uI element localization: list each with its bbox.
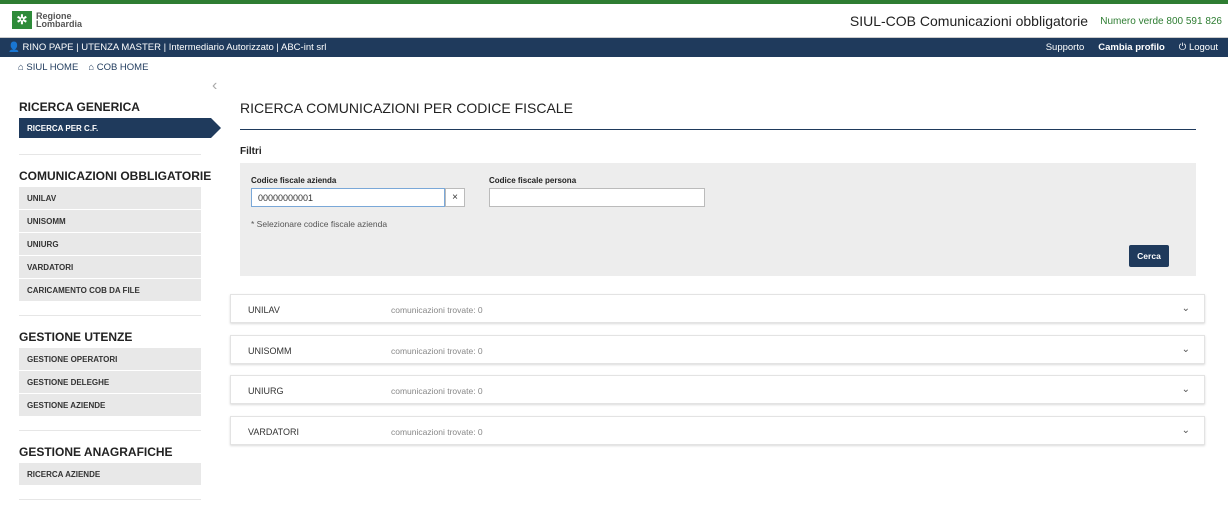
sidebar-item-uniurg[interactable]: UNIURG xyxy=(19,233,201,255)
cf-persona-label: Codice fiscale persona xyxy=(489,176,577,185)
regione-logo[interactable]: ✲ Regione Lombardia xyxy=(12,11,82,29)
numero-verde: Numero verde 800 591 826 xyxy=(1100,16,1222,27)
result-count: comunicazioni trovate: 0 xyxy=(391,427,483,437)
result-name: UNILAV xyxy=(248,305,280,315)
hint-text: * Selezionare codice fiscale azienda xyxy=(251,219,388,229)
sidebar-item-gestione-operatori[interactable]: GESTIONE OPERATORI xyxy=(19,348,201,370)
cob-home-label: COB HOME xyxy=(96,62,149,73)
page-title: RICERCA COMUNICAZIONI PER CODICE FISCALE xyxy=(240,100,573,116)
sidebar-section-gestione-utenze: GESTIONE UTENZE xyxy=(19,330,133,344)
logo-line-2: Lombardia xyxy=(36,19,83,29)
clear-icon[interactable]: × xyxy=(445,188,465,207)
sidebar-item-ricerca-per-cf[interactable]: RICERCA PER C.F. xyxy=(19,118,221,138)
result-count: comunicazioni trovate: 0 xyxy=(391,346,483,356)
sidebar: RICERCA GENERICA RICERCA PER C.F. COMUNI… xyxy=(0,90,221,500)
support-link[interactable]: Supporto xyxy=(1046,42,1085,53)
result-accordion-vardatori[interactable]: VARDATORI comunicazioni trovate: 0 ⌄ xyxy=(230,416,1205,445)
user-info: RINO PAPE | UTENZA MASTER | Intermediari… xyxy=(22,42,327,53)
sidebar-item-unisomm[interactable]: UNISOMM xyxy=(19,210,201,232)
change-profile-link[interactable]: Cambia profilo xyxy=(1098,42,1165,53)
sidebar-item-unilav[interactable]: UNILAV xyxy=(19,187,201,209)
cf-azienda-label: Codice fiscale azienda xyxy=(251,176,337,185)
sidebar-item-gestione-aziende[interactable]: GESTIONE AZIENDE xyxy=(19,394,201,416)
lombardia-rose-icon: ✲ xyxy=(12,11,32,29)
divider xyxy=(19,430,201,431)
title-divider xyxy=(240,129,1196,130)
result-name: UNISOMM xyxy=(248,346,292,356)
home-icon: ⌂ xyxy=(88,62,97,73)
logout-button[interactable]: ⏻ Logout xyxy=(1179,42,1218,53)
cf-azienda-input[interactable]: 00000000001 xyxy=(251,188,445,207)
filter-panel: Codice fiscale azienda 00000000001 × Cod… xyxy=(240,163,1196,276)
power-icon: ⏻ xyxy=(1178,42,1189,53)
cob-home-link[interactable]: ⌂ COB HOME xyxy=(88,62,148,73)
result-count: comunicazioni trovate: 0 xyxy=(391,305,483,315)
siul-home-link[interactable]: ⌂ SIUL HOME xyxy=(18,62,78,73)
result-name: UNIURG xyxy=(248,386,284,396)
collapse-sidebar-icon[interactable]: ‹ xyxy=(212,77,217,95)
chevron-down-icon[interactable]: ⌄ xyxy=(1182,425,1190,436)
chevron-down-icon[interactable]: ⌄ xyxy=(1182,303,1190,314)
cerca-button[interactable]: Cerca xyxy=(1129,245,1169,267)
sidebar-section-comunicazioni: COMUNICAZIONI OBBLIGATORIE xyxy=(19,169,212,183)
breadcrumb: ⌂ SIUL HOME ⌂ COB HOME xyxy=(18,62,148,73)
sidebar-item-gestione-deleghe[interactable]: GESTIONE DELEGHE xyxy=(19,371,201,393)
divider xyxy=(19,315,201,316)
result-name: VARDATORI xyxy=(248,427,300,437)
top-header: ✲ Regione Lombardia SIUL-COB Comunicazio… xyxy=(0,0,1228,38)
chevron-down-icon[interactable]: ⌄ xyxy=(1182,344,1190,355)
user-bar: 👤 RINO PAPE | UTENZA MASTER | Intermedia… xyxy=(0,38,1228,57)
siul-home-label: SIUL HOME xyxy=(26,62,79,73)
sidebar-item-ricerca-aziende[interactable]: RICERCA AZIENDE xyxy=(19,463,201,485)
result-accordion-unilav[interactable]: UNILAV comunicazioni trovate: 0 ⌄ xyxy=(230,294,1205,323)
result-accordion-unisomm[interactable]: UNISOMM comunicazioni trovate: 0 ⌄ xyxy=(230,335,1205,364)
divider xyxy=(19,499,201,500)
result-count: comunicazioni trovate: 0 xyxy=(391,386,483,396)
app-title: SIUL-COB Comunicazioni obbligatorie xyxy=(849,13,1088,29)
sidebar-item-caricamento[interactable]: CARICAMENTO COB DA FILE xyxy=(19,279,201,301)
sidebar-section-gestione-anagrafiche: GESTIONE ANAGRAFICHE xyxy=(19,445,173,459)
logout-label: Logout xyxy=(1188,42,1218,53)
sidebar-section-ricerca-generica: RICERCA GENERICA xyxy=(19,100,140,114)
cf-persona-input[interactable] xyxy=(489,188,705,207)
user-icon: 👤 xyxy=(8,42,20,53)
sidebar-item-vardatori[interactable]: VARDATORI xyxy=(19,256,201,278)
divider xyxy=(19,154,201,155)
result-accordion-uniurg[interactable]: UNIURG comunicazioni trovate: 0 ⌄ xyxy=(230,375,1205,404)
filters-heading: Filtri xyxy=(240,146,262,157)
chevron-down-icon[interactable]: ⌄ xyxy=(1182,384,1190,395)
